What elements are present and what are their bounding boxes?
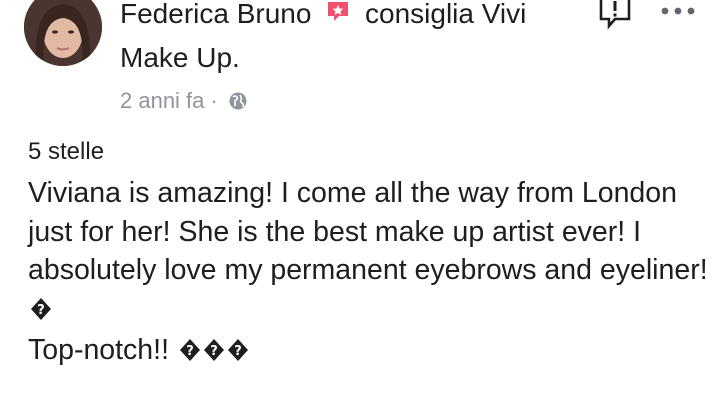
missing-emoji-glyph-icon: ? [227, 334, 249, 373]
globe-icon [228, 89, 248, 119]
post-time[interactable]: 2 anni fa [120, 88, 204, 113]
report-icon[interactable] [598, 0, 632, 35]
post-meta: 2 anni fa · [120, 86, 248, 119]
action-text: consiglia Vivi [365, 0, 527, 29]
page-name[interactable]: Make Up. [120, 38, 240, 78]
author-avatar[interactable] [24, 0, 102, 66]
rating-label: 5 stelle [28, 138, 105, 165]
missing-emoji-glyph-icon: ? [203, 334, 225, 373]
author-name[interactable]: Federica Bruno [120, 0, 311, 29]
review-post: Federica Bruno consiglia Vivi Make Up. 2… [0, 0, 727, 400]
svg-text:?: ? [37, 303, 45, 318]
review-text-2: Top-notch!! [28, 334, 169, 366]
svg-text:?: ? [186, 344, 194, 359]
review-paragraph: Top-notch!! ? ? ? [28, 331, 718, 373]
author-line: Federica Bruno consiglia Vivi [120, 0, 526, 36]
missing-emoji-glyph-icon: ? [30, 293, 52, 332]
more-options-icon[interactable] [660, 4, 696, 22]
svg-text:?: ? [210, 344, 218, 359]
missing-emoji-glyph-icon: ? [179, 334, 201, 373]
review-text-1: Viviana is amazing! I come all the way f… [28, 177, 708, 286]
recommend-badge-icon [325, 0, 351, 36]
review-paragraph: Viviana is amazing! I come all the way f… [28, 174, 718, 331]
review-body: Viviana is amazing! I come all the way f… [28, 174, 718, 373]
meta-separator: · [210, 88, 218, 113]
svg-text:?: ? [234, 344, 242, 359]
